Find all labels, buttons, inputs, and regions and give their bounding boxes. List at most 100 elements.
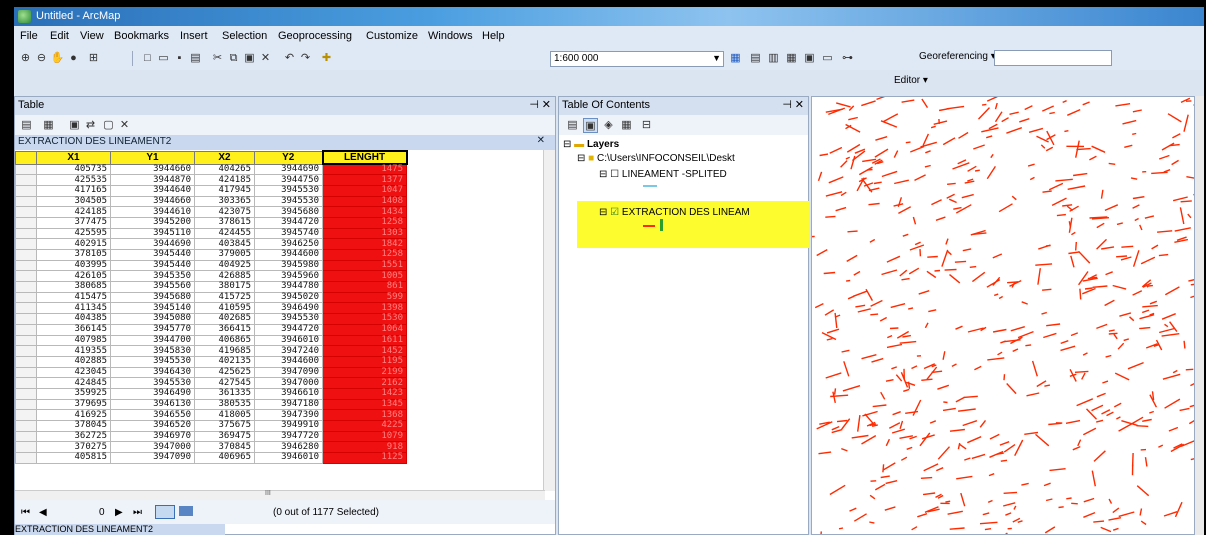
cell-x1[interactable]: 366145 <box>36 323 111 336</box>
cell-y1[interactable]: 3947090 <box>110 452 195 464</box>
delete-selected-icon[interactable]: ✕ <box>117 118 132 133</box>
folder-node[interactable]: ⊟ ■ C:\Users\INFOCONSEIL\Deskt <box>577 153 735 164</box>
cell-y2[interactable]: 3944750 <box>254 174 323 186</box>
clear-selection-icon[interactable]: ▢ <box>101 118 116 133</box>
related-tables-icon[interactable]: ▦ <box>41 118 56 133</box>
cell-y2[interactable]: 3945530 <box>254 195 323 208</box>
table-row[interactable]: 404385 3945080 402685 3945530 1530 <box>15 313 407 325</box>
cell-y1[interactable]: 3944610 <box>110 206 195 218</box>
row-selector[interactable] <box>15 238 37 250</box>
cell-x1[interactable]: 425535 <box>36 174 111 186</box>
layer-symbol-line[interactable] <box>643 185 657 187</box>
cell-x2[interactable]: 417945 <box>194 184 255 197</box>
table-row[interactable]: 362725 3946970 369475 3947720 1079 <box>15 430 407 443</box>
cell-lenght[interactable]: 861 <box>322 281 407 293</box>
cell-y1[interactable]: 3947000 <box>110 441 195 454</box>
cell-x2[interactable]: 418005 <box>194 409 255 421</box>
cell-lenght[interactable]: 1064 <box>322 323 407 336</box>
cell-x1[interactable]: 379695 <box>36 398 111 411</box>
cell-x2[interactable]: 406865 <box>194 334 255 347</box>
cell-x1[interactable]: 407985 <box>36 334 111 347</box>
editor-toolbar-icon[interactable]: ▦ <box>728 51 743 66</box>
cell-x2[interactable]: 380175 <box>194 281 255 293</box>
layer-extraction-des-lineament[interactable]: ⊟ ☑ EXTRACTION DES LINEAM <box>599 207 750 218</box>
cell-y2[interactable]: 3944780 <box>254 281 323 293</box>
cell-x1[interactable]: 405815 <box>36 452 111 464</box>
list-by-visibility-icon[interactable]: ◈ <box>601 118 616 133</box>
pin-icon[interactable]: ⊣ <box>782 98 792 111</box>
cell-y2[interactable]: 3949910 <box>254 420 323 432</box>
cell-y2[interactable]: 3944720 <box>254 216 323 229</box>
table-row[interactable]: 417165 3944640 417945 3945530 1047 <box>15 184 407 197</box>
full-extent-icon[interactable]: ● <box>66 51 81 66</box>
arctoolbox-icon[interactable]: ▣ <box>802 51 817 66</box>
cell-x2[interactable]: 402135 <box>194 355 255 368</box>
menu-insert[interactable]: Insert <box>180 30 208 42</box>
cell-x2[interactable]: 366415 <box>194 323 255 336</box>
cell-y1[interactable]: 3946130 <box>110 398 195 411</box>
cell-lenght[interactable]: 1423 <box>322 387 407 400</box>
table-row[interactable]: 411345 3945140 410595 3946490 1398 <box>15 302 407 315</box>
row-selector[interactable] <box>15 409 37 421</box>
cell-y2[interactable]: 3946280 <box>254 441 323 454</box>
cell-lenght[interactable]: 1005 <box>322 270 407 283</box>
cell-y2[interactable]: 3945020 <box>254 291 323 304</box>
delete-icon[interactable]: ✕ <box>258 51 273 66</box>
table-tab[interactable]: EXTRACTION DES LINEAMENT2 ✕ <box>15 135 555 150</box>
layers-node[interactable]: ⊟ ▬ Layers <box>563 139 619 150</box>
menu-selection[interactable]: Selection <box>222 30 267 42</box>
row-selector[interactable] <box>15 302 37 315</box>
cell-x1[interactable]: 424185 <box>36 206 111 218</box>
column-header-y2[interactable]: Y2 <box>254 150 323 165</box>
cell-lenght[interactable]: 1475 <box>322 163 407 176</box>
column-header-y1[interactable]: Y1 <box>110 150 195 165</box>
row-selector[interactable] <box>15 184 37 197</box>
table-of-contents-icon[interactable]: ▤ <box>748 51 763 66</box>
cell-x2[interactable]: 361335 <box>194 387 255 400</box>
collapse-icon[interactable]: ⊟ <box>563 139 571 150</box>
table-row[interactable]: 377475 3945200 378615 3944720 1258 <box>15 216 407 229</box>
row-selector[interactable] <box>15 249 37 261</box>
row-selector[interactable] <box>15 259 37 272</box>
cell-lenght[interactable]: 1195 <box>322 355 407 368</box>
row-selector[interactable] <box>15 270 37 283</box>
paste-icon[interactable]: ▣ <box>242 51 257 66</box>
column-header-x2[interactable]: X2 <box>194 150 255 165</box>
georeferencing-menu[interactable]: Georeferencing ▾ <box>919 51 996 62</box>
cell-y1[interactable]: 3946520 <box>110 420 195 432</box>
cell-lenght[interactable]: 1303 <box>322 227 407 240</box>
cell-lenght[interactable]: 599 <box>322 291 407 304</box>
bottom-table-tab[interactable]: EXTRACTION DES LINEAMENT2 <box>15 524 225 535</box>
cell-x1[interactable]: 425595 <box>36 227 111 240</box>
cell-y1[interactable]: 3946430 <box>110 366 195 379</box>
cell-y2[interactable]: 3946490 <box>254 302 323 315</box>
cell-x1[interactable]: 378045 <box>36 420 111 432</box>
cell-x1[interactable]: 415475 <box>36 291 111 304</box>
cell-x2[interactable]: 426885 <box>194 270 255 283</box>
map-view[interactable] <box>811 96 1195 535</box>
cell-x2[interactable]: 425625 <box>194 366 255 379</box>
cell-y1[interactable]: 3945830 <box>110 345 195 357</box>
table-row[interactable]: 370275 3947000 370845 3946280 918 <box>15 441 407 454</box>
row-selector[interactable] <box>15 430 37 443</box>
map-vertical-scrollbar[interactable] <box>1195 96 1204 535</box>
layer-checkbox[interactable]: ☐ <box>610 169 619 180</box>
cell-y1[interactable]: 3946490 <box>110 387 195 400</box>
redo-icon[interactable]: ↷ <box>298 51 313 66</box>
cell-lenght[interactable]: 1434 <box>322 206 407 218</box>
row-selector[interactable] <box>15 420 37 432</box>
table-row[interactable]: 423045 3946430 425625 3947090 2199 <box>15 366 407 379</box>
cell-y2[interactable]: 3947180 <box>254 398 323 411</box>
row-selector[interactable] <box>15 227 37 240</box>
menu-file[interactable]: File <box>20 30 38 42</box>
python-window-icon[interactable]: ▭ <box>820 51 835 66</box>
table-row[interactable]: 425595 3945110 424455 3945740 1303 <box>15 227 407 240</box>
cell-x2[interactable]: 403845 <box>194 238 255 250</box>
cell-y1[interactable]: 3945350 <box>110 270 195 283</box>
save-icon[interactable]: ▪ <box>172 51 187 66</box>
menu-windows[interactable]: Windows <box>428 30 473 42</box>
menu-edit[interactable]: Edit <box>50 30 69 42</box>
table-row[interactable]: 379695 3946130 380535 3947180 1345 <box>15 398 407 411</box>
cell-lenght[interactable]: 1551 <box>322 259 407 272</box>
close-icon[interactable]: ✕ <box>795 98 804 111</box>
